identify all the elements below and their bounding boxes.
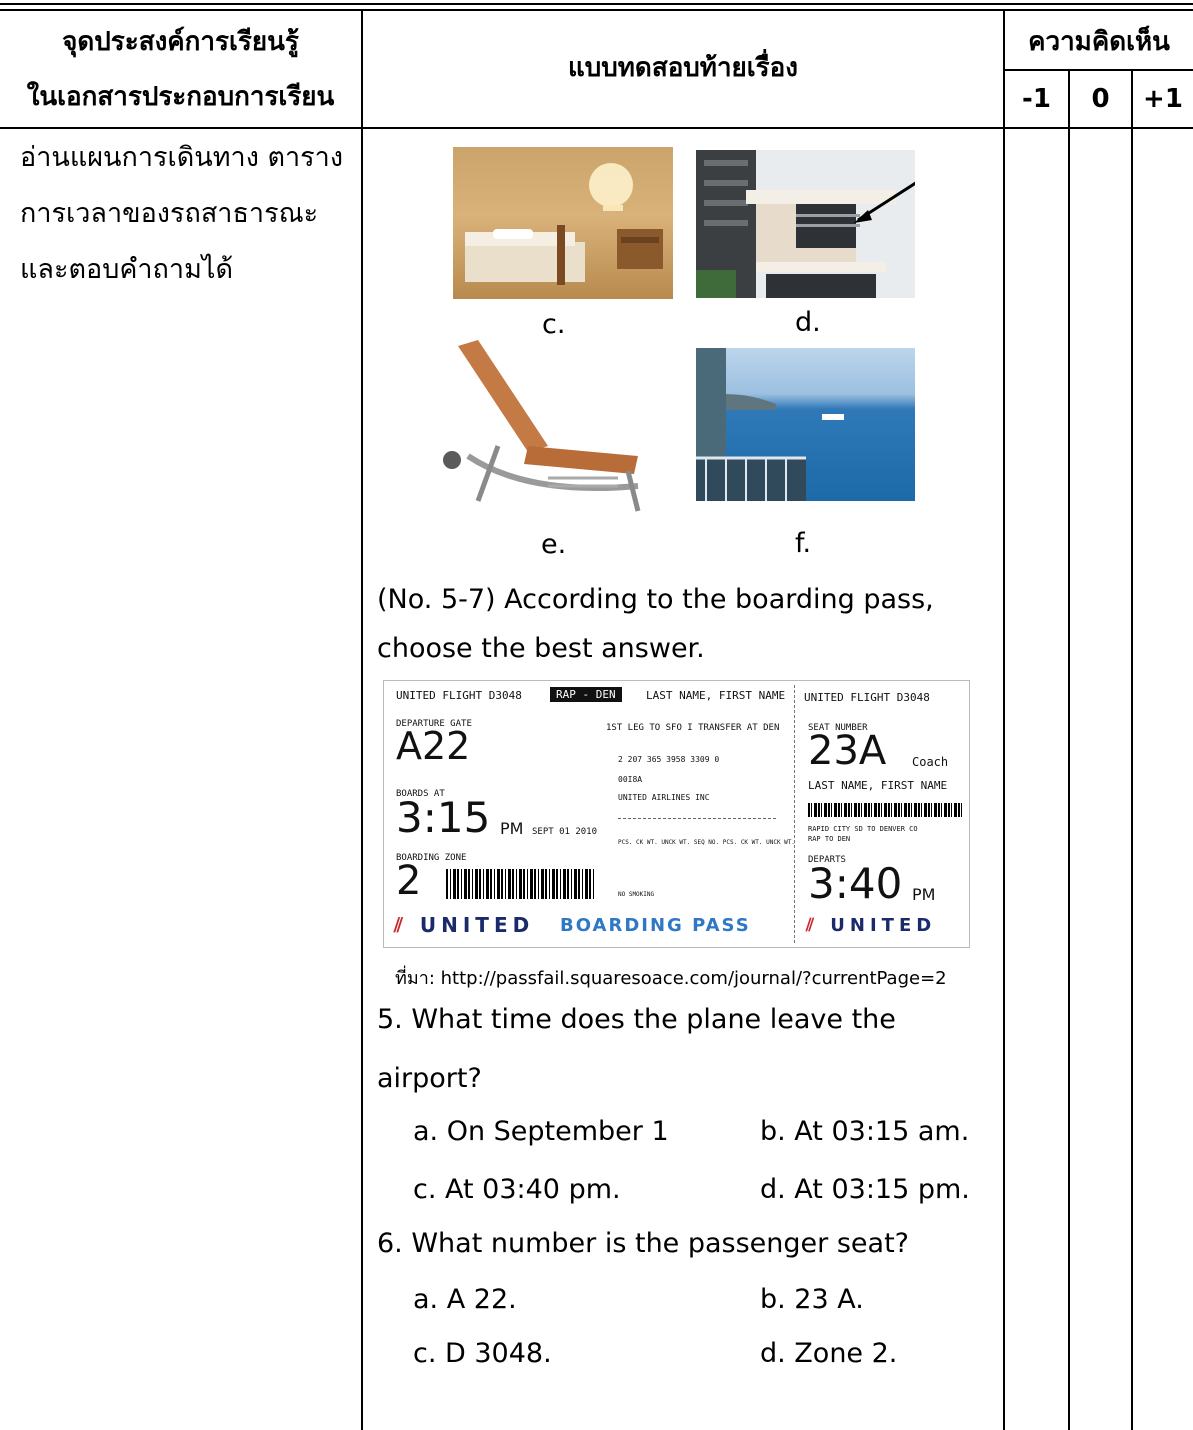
- bp-departs-pm: PM: [912, 885, 936, 904]
- rating-zero: 0: [1091, 84, 1110, 114]
- bp-code: 00I8A: [618, 775, 643, 784]
- bp-zone: 2: [396, 858, 422, 904]
- objective-line-3: และตอบคำถามได้: [20, 254, 233, 285]
- q6-question: 6. What number is the passenger seat?: [377, 1228, 909, 1259]
- bp-boards-pm: PM: [500, 819, 524, 838]
- header-objective-line2: ในเอกสารประกอบการเรียน: [26, 82, 335, 112]
- col-divider-4: [1131, 70, 1133, 1430]
- bp-gate: A22: [396, 724, 471, 768]
- lounge-chair-photo: [438, 336, 663, 516]
- col-divider-2: [1003, 10, 1005, 1430]
- bp-dashed-line: [618, 818, 776, 819]
- intro-line-2: choose the best answer.: [377, 633, 705, 664]
- q6-option-b: b. 23 A.: [760, 1284, 864, 1315]
- bp-brand-united-text: UNITED: [419, 913, 535, 937]
- rating-plus-one: +1: [1143, 84, 1183, 114]
- picture-label-d: d.: [795, 307, 821, 338]
- header-objective-line1: จุดประสงค์การเรียนรู้: [62, 27, 299, 57]
- bp-boards-time: 3:15: [396, 793, 491, 842]
- bp-departs-time: 3:40: [808, 859, 903, 908]
- rating-header-rule: [1003, 69, 1193, 71]
- bp-pcs-line: PCS. CK WT. UNCK WT. SEQ NO. PCS. CK WT.…: [618, 839, 796, 846]
- bp-brand-boarding-pass: BOARDING PASS: [560, 915, 751, 936]
- bp-coach: Coach: [912, 755, 949, 769]
- bp-perforation: [794, 685, 796, 943]
- picture-label-f: f.: [795, 528, 812, 559]
- objective-line-1: อ่านแผนการเดินทาง ตาราง: [20, 142, 344, 173]
- bp-cities-code: RAP TO DEN: [808, 835, 851, 843]
- picture-label-e: e.: [541, 529, 567, 560]
- col-divider-1: [361, 10, 363, 1430]
- bp-cities: RAPID CITY SD TO DENVER CO: [808, 825, 918, 833]
- sea-view-photo: [696, 348, 915, 501]
- bp-brand-united-right-text: UNITED: [830, 915, 937, 936]
- united-tulip-icon: ⫽: [394, 913, 420, 937]
- q5-line-1: 5. What time does the plane leave the: [377, 1004, 896, 1035]
- bedroom-photo: [453, 147, 673, 299]
- q5-line-2: airport?: [377, 1063, 482, 1094]
- top-double-rule-2: [0, 9, 1193, 11]
- col-divider-3: [1068, 70, 1070, 1430]
- header-opinion: ความคิดเห็น: [1028, 27, 1170, 57]
- united-tulip-icon-right: ⫽: [806, 915, 831, 936]
- bp-date: SEPT 01 2010: [532, 827, 598, 837]
- bp-barcode-right: [808, 803, 964, 817]
- q5-option-a: a. On September 1: [413, 1116, 669, 1147]
- rating-minus-one: -1: [1022, 84, 1051, 114]
- header-test: แบบทดสอบท้ายเรื่อง: [568, 53, 798, 83]
- bp-seat: 23A: [808, 728, 887, 774]
- boarding-pass: UNITED FLIGHT D3048 RAP - DEN LAST NAME,…: [383, 680, 970, 948]
- q6-option-a: a. A 22.: [413, 1284, 517, 1315]
- objective-line-2: การเวลาของรถสาธารณะ: [20, 198, 319, 229]
- q6-option-d: d. Zone 2.: [760, 1338, 898, 1369]
- bp-route: RAP - DEN: [550, 687, 622, 702]
- bp-brand-united: ⫽ UNITED: [394, 915, 534, 935]
- bp-leg-info: 1ST LEG TO SFO I TRANSFER AT DEN: [606, 723, 780, 733]
- bp-brand-united-right: ⫽ UNITED: [806, 917, 936, 935]
- bp-name-header: LAST NAME, FIRST NAME: [646, 689, 786, 702]
- bp-flight-right: UNITED FLIGHT D3048: [804, 691, 930, 704]
- q5-option-c: c. At 03:40 pm.: [413, 1174, 621, 1205]
- bp-barcode-left: [446, 869, 596, 899]
- bp-ticket-number: 2 207 365 3958 3309 0: [618, 755, 720, 764]
- bp-no-smoking: NO SMOKING: [618, 891, 655, 898]
- top-double-rule: [0, 3, 1193, 5]
- bp-flight-left: UNITED FLIGHT D3048: [396, 689, 522, 702]
- balcony-photo: [696, 150, 915, 298]
- q5-option-d: d. At 03:15 pm.: [760, 1174, 970, 1205]
- q6-option-c: c. D 3048.: [413, 1338, 552, 1369]
- bp-airline: UNITED AIRLINES INC: [618, 793, 710, 802]
- bp-name-right: LAST NAME, FIRST NAME: [808, 779, 948, 792]
- intro-line-1: (No. 5-7) According to the boarding pass…: [377, 584, 934, 615]
- source-citation: ที่มา: http://passfail.squaresoace.com/j…: [395, 968, 947, 989]
- q5-option-b: b. At 03:15 am.: [760, 1116, 970, 1147]
